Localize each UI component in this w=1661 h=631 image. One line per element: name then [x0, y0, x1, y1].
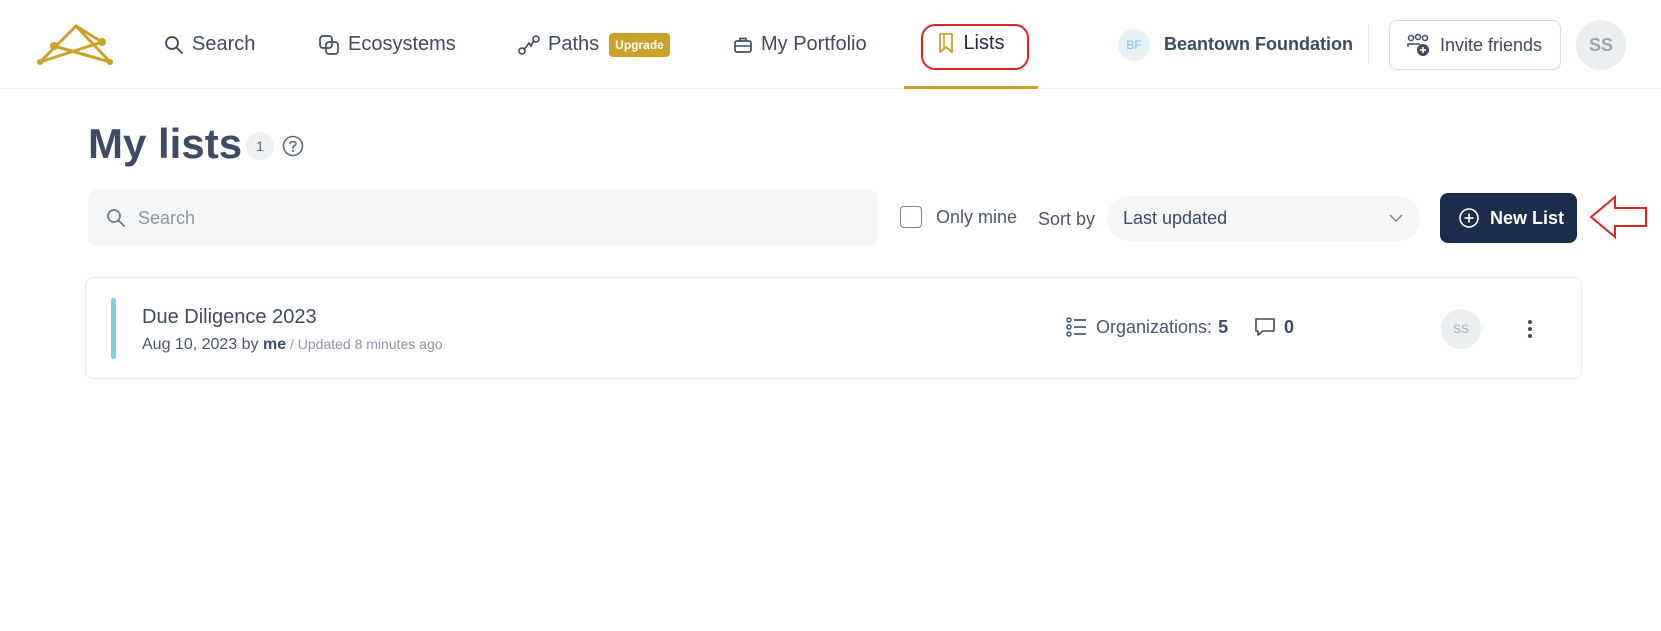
- briefcase-icon: [734, 37, 752, 53]
- search-icon: [165, 35, 183, 54]
- upgrade-badge[interactable]: Upgrade: [609, 32, 670, 57]
- plus-circle-icon: [1459, 208, 1479, 228]
- top-navigation: Search Ecosystems Paths Upgrade My Portf…: [0, 0, 1661, 89]
- nav-search-label: Search: [192, 33, 256, 55]
- nav-search[interactable]: Search: [164, 0, 255, 89]
- nav-paths-label: Paths: [548, 33, 600, 55]
- sort-by-select[interactable]: Last updated: [1107, 196, 1420, 241]
- nav-ecosystems-label: Ecosystems: [348, 33, 456, 55]
- nav-lists[interactable]: Lists: [904, 0, 1038, 89]
- list-updated-time: / Updated 8 minutes ago: [286, 336, 443, 352]
- nav-paths[interactable]: Paths Upgrade: [518, 0, 670, 89]
- comments-number: 0: [1284, 316, 1295, 337]
- organizations-number: 5: [1218, 316, 1229, 337]
- comment-icon: [1255, 318, 1275, 336]
- chevron-down-icon: [1389, 214, 1403, 223]
- list-count-badge: 1: [246, 132, 274, 160]
- list-color-bar: [111, 298, 116, 359]
- list-icon: [1066, 317, 1086, 337]
- sort-by-label: Sort by: [1038, 209, 1096, 229]
- red-arrow-annotation: [1589, 194, 1647, 240]
- list-created-date: Aug 10, 2023 by: [142, 336, 263, 353]
- sort-by-value: Last updated: [1123, 208, 1228, 228]
- list-owner: me: [262, 336, 287, 353]
- page-title: My lists: [88, 120, 243, 167]
- nav-ecosystems[interactable]: Ecosystems: [318, 0, 456, 89]
- paths-icon: [518, 34, 540, 55]
- bookmark-icon: [939, 33, 954, 53]
- organizations-count: Organizations: 5: [1066, 316, 1228, 338]
- search-input[interactable]: [138, 207, 838, 229]
- nav-lists-label: Lists: [963, 31, 1005, 54]
- nav-divider: [1368, 24, 1369, 64]
- only-mine-checkbox[interactable]: [900, 206, 922, 228]
- more-options-button[interactable]: [1520, 315, 1540, 343]
- org-avatar[interactable]: BF: [1118, 29, 1150, 61]
- new-list-button[interactable]: New List: [1440, 193, 1577, 243]
- nav-my-portfolio[interactable]: My Portfolio: [733, 0, 867, 89]
- ecosystems-icon: [319, 34, 339, 55]
- list-owner-avatar: SS: [1441, 309, 1481, 349]
- list-meta: Aug 10, 2023 by me / Updated 8 minutes a…: [142, 336, 443, 354]
- invite-friends-label: Invite friends: [1440, 34, 1543, 55]
- only-mine-filter[interactable]: Only mine: [900, 206, 1017, 228]
- nav-my-portfolio-label: My Portfolio: [761, 33, 867, 55]
- list-item[interactable]: Due Diligence 2023 Aug 10, 2023 by me / …: [85, 277, 1582, 379]
- invite-friends-icon: [1407, 33, 1429, 56]
- logo-icon[interactable]: [36, 22, 114, 66]
- user-avatar[interactable]: SS: [1576, 20, 1626, 70]
- new-list-label: New List: [1490, 207, 1565, 228]
- only-mine-label: Only mine: [936, 206, 1018, 227]
- org-name[interactable]: Beantown Foundation: [1164, 0, 1353, 89]
- search-field[interactable]: [88, 190, 878, 246]
- help-icon[interactable]: [282, 135, 304, 157]
- organizations-label: Organizations:: [1096, 316, 1213, 337]
- search-icon: [107, 209, 125, 227]
- list-name[interactable]: Due Diligence 2023: [142, 306, 317, 329]
- comments-count[interactable]: 0: [1254, 316, 1294, 338]
- invite-friends-button[interactable]: Invite friends: [1389, 20, 1561, 70]
- vertical-dots-icon: [1528, 320, 1532, 338]
